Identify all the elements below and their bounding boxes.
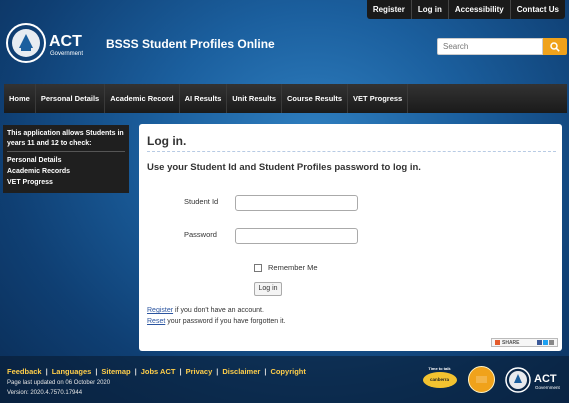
student-id-label: Student Id [184, 197, 219, 206]
footer-sitemap-link[interactable]: Sitemap [101, 367, 130, 376]
footer-logo-sub: Government [535, 385, 561, 390]
sidebar-item-vet-progress[interactable]: VET Progress [7, 177, 125, 188]
footer-languages-link[interactable]: Languages [52, 367, 92, 376]
email-icon [549, 340, 554, 345]
nav-ai-results[interactable]: AI Results [180, 84, 228, 113]
login-panel: Log in. Use your Student Id and Student … [139, 124, 562, 351]
round-badge-icon[interactable] [468, 366, 495, 393]
remember-me-checkbox[interactable] [254, 263, 262, 272]
badge-caption: Time to talk [428, 366, 451, 371]
password-label: Password [184, 230, 217, 239]
register-link[interactable]: Register [367, 0, 411, 19]
main-nav: Home Personal Details Academic Record AI… [4, 84, 567, 113]
sidebar-intro: This application allows Students in year… [7, 129, 125, 152]
share-icon [495, 340, 500, 345]
time-to-talk-badge[interactable]: Time to talk canberra [421, 366, 458, 394]
sidebar: This application allows Students in year… [3, 125, 129, 193]
sidebar-item-personal-details[interactable]: Personal Details [7, 155, 125, 166]
login-instructions: Use your Student Id and Student Profiles… [147, 162, 421, 173]
reset-link[interactable]: Reset [147, 318, 165, 325]
reset-text: your password if you have forgotten it. [165, 318, 286, 325]
logo-sub: Government [50, 51, 83, 57]
student-id-field[interactable] [235, 195, 358, 211]
login-button[interactable]: Log in [254, 282, 282, 296]
site-title: BSSS Student Profiles Online [106, 37, 275, 51]
nav-personal-details[interactable]: Personal Details [36, 84, 106, 113]
search-box [437, 38, 567, 55]
register-text: if you don't have an account. [173, 307, 264, 314]
login-link[interactable]: Log in [410, 0, 448, 19]
register-link-inline[interactable]: Register [147, 307, 173, 314]
nav-course-results[interactable]: Course Results [282, 84, 349, 113]
logo-name: ACT [49, 33, 82, 50]
remember-me: Remember Me [254, 263, 318, 272]
footer-copyright-link[interactable]: Copyright [270, 367, 305, 376]
reset-line: Reset your password if you have forgotte… [147, 318, 286, 325]
title-divider [147, 151, 556, 152]
top-utility-nav: Register Log in Accessibility Contact Us [366, 0, 565, 19]
share-label: SHARE [502, 339, 520, 346]
register-line: Register if you don't have an account. [147, 307, 264, 314]
act-government-logo[interactable]: ACT Government [4, 18, 92, 68]
footer-jobs-act-link[interactable]: Jobs ACT [141, 367, 176, 376]
sidebar-item-academic-records[interactable]: Academic Records [7, 166, 125, 177]
version: Version: 2020.4.7570.17944 [7, 390, 83, 396]
search-input[interactable] [437, 38, 543, 55]
badge-canberra: canberra [422, 372, 457, 388]
twitter-icon [543, 340, 548, 345]
contact-us-link[interactable]: Contact Us [509, 0, 565, 19]
footer-logo-name: ACT [534, 373, 557, 385]
footer-feedback-link[interactable]: Feedback [7, 367, 42, 376]
password-field[interactable] [235, 228, 358, 244]
nav-unit-results[interactable]: Unit Results [227, 84, 283, 113]
page-title: Log in. [147, 134, 187, 148]
accessibility-link[interactable]: Accessibility [447, 0, 510, 19]
footer-act-logo[interactable]: ACT Government [504, 364, 566, 396]
nav-vet-progress[interactable]: VET Progress [348, 84, 409, 113]
search-button[interactable] [543, 38, 567, 55]
facebook-icon [537, 340, 542, 345]
nav-academic-record[interactable]: Academic Record [105, 84, 180, 113]
search-icon [550, 41, 560, 52]
share-button[interactable]: SHARE [491, 338, 558, 347]
footer-disclaimer-link[interactable]: Disclaimer [222, 367, 260, 376]
nav-home[interactable]: Home [4, 84, 36, 113]
remember-me-label: Remember Me [268, 263, 318, 272]
footer-links: Feedback | Languages | Sitemap | Jobs ACT | … [7, 367, 306, 376]
footer-privacy-link[interactable]: Privacy [186, 367, 213, 376]
last-updated: Page last updated on 06 October 2020 [7, 380, 111, 386]
